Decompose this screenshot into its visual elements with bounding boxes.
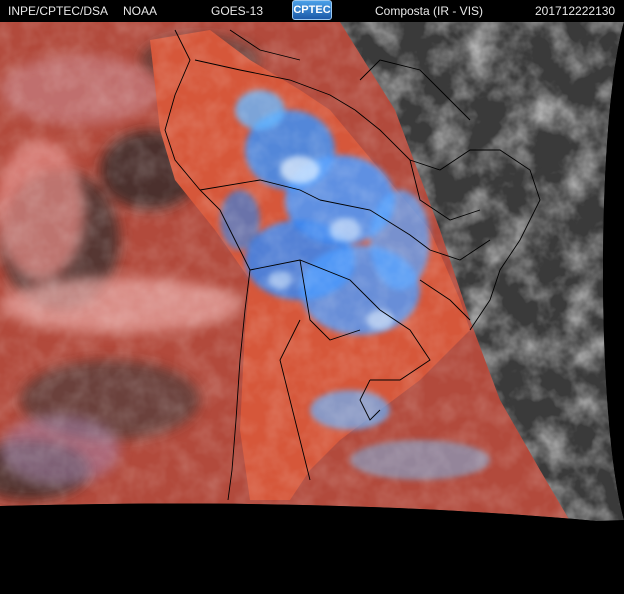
space-background-bottom <box>0 503 624 594</box>
agency-label: NOAA <box>123 4 158 18</box>
satellite-image-frame: INPE/CPTEC/DSA NOAA GOES-13 CPTEC Compos… <box>0 0 624 594</box>
satellite-composite-map <box>0 22 624 594</box>
satellite-label: GOES-13 <box>211 4 264 18</box>
timestamp-label: 201712222130 <box>535 4 616 18</box>
cptec-logo: CPTEC <box>292 0 332 20</box>
product-label: Composta (IR - VIS) <box>375 4 484 18</box>
image-header-bar: INPE/CPTEC/DSA NOAA GOES-13 CPTEC Compos… <box>0 0 624 22</box>
cptec-logo-text: CPTEC <box>293 4 331 16</box>
earth-disc <box>0 22 624 521</box>
institution-label: INPE/CPTEC/DSA <box>8 4 109 18</box>
